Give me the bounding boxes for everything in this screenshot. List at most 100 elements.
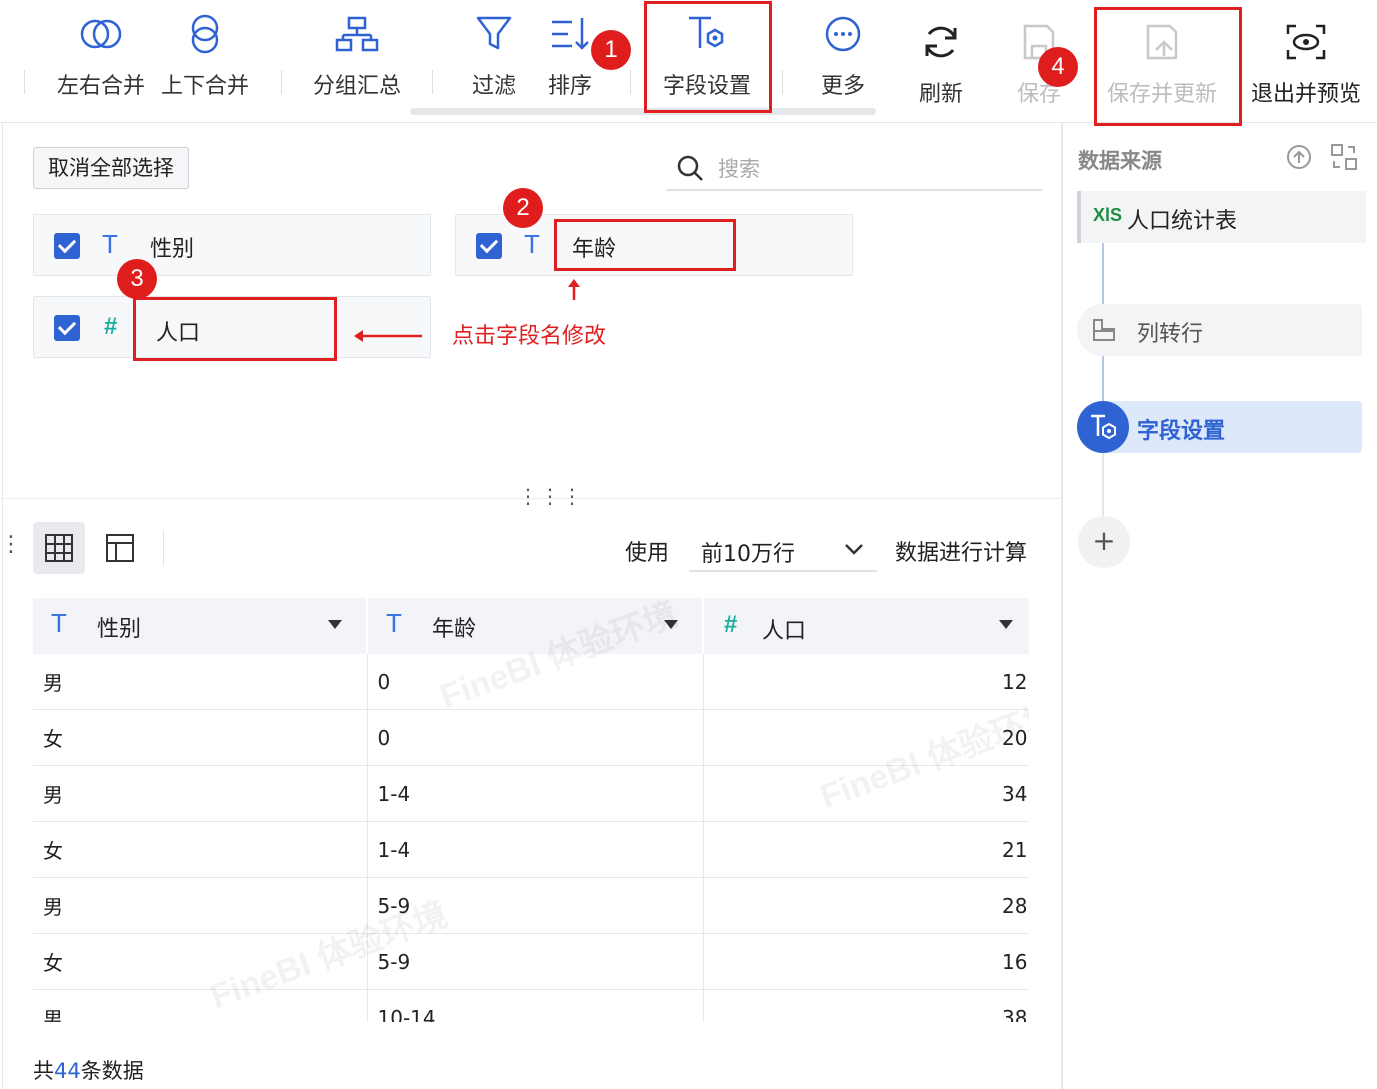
table-cell: 28 xyxy=(703,877,1029,934)
sort-icon xyxy=(552,18,589,50)
merge-horizontal-button[interactable]: 左右合并 xyxy=(54,14,148,100)
add-step-button[interactable]: + xyxy=(1078,516,1130,568)
table-row: 女 1-4 21 xyxy=(33,821,1029,878)
step-field-settings[interactable]: 字段设置 xyxy=(1077,401,1362,453)
column-header[interactable]: # 人口 xyxy=(703,598,1029,654)
grid-icon xyxy=(45,534,73,562)
step-connector xyxy=(1102,450,1104,520)
number-type-icon: # xyxy=(104,313,118,340)
toolbar-divider xyxy=(782,70,783,94)
switch-source-icon[interactable] xyxy=(1330,143,1358,171)
excel-icon: XlS xyxy=(1093,205,1123,225)
group-summary-button[interactable]: 分组汇总 xyxy=(310,14,404,100)
field-checkbox[interactable] xyxy=(54,233,80,259)
annotation-box-save-update xyxy=(1094,7,1242,126)
refresh-icon xyxy=(925,26,957,58)
annotation-badge: 3 xyxy=(117,259,157,299)
annotation-arrow-up xyxy=(568,279,580,300)
field-checkbox[interactable] xyxy=(476,233,502,259)
table-cell: 21 xyxy=(703,821,1029,878)
preview-icon xyxy=(1286,24,1326,60)
merge-vertical-button[interactable]: 上下合并 xyxy=(158,14,252,100)
left-edge xyxy=(2,123,3,1089)
more-icon xyxy=(825,16,861,52)
annotation-box-age xyxy=(554,219,736,271)
row-count: 共44条数据 xyxy=(33,1055,144,1085)
text-type-icon: T xyxy=(524,229,540,259)
calc-label: 数据进行计算 xyxy=(895,541,1028,566)
table-row: 男 10-14 38 xyxy=(33,989,1029,1022)
refresh-button[interactable]: 刷新 xyxy=(906,22,976,108)
drag-handle-icon[interactable]: ⋮ xyxy=(0,532,22,557)
merge-horizontal-label: 左右合并 xyxy=(56,74,145,99)
filter-label: 过滤 xyxy=(471,74,516,99)
table-cell: 10-14 xyxy=(367,989,704,1022)
history-icon[interactable] xyxy=(1284,143,1314,171)
table-cell: 男 xyxy=(33,989,368,1022)
caret-down-icon[interactable] xyxy=(328,620,342,629)
column-header[interactable]: T 性别 xyxy=(33,598,368,654)
table-cell: 1-4 xyxy=(367,765,704,822)
annotation-arrow-left xyxy=(354,330,422,342)
data-table-viewport: T 性别 T 年龄 # 人口 男 0 12 女 0 20 男 1-4 34 女 … xyxy=(33,598,1029,1022)
table-view-button[interactable] xyxy=(33,522,85,574)
table-cell: 女 xyxy=(33,821,368,878)
column-header-name: 人口 xyxy=(762,619,807,644)
toolbar-divider xyxy=(281,70,282,94)
table-row: 男 5-9 28 xyxy=(33,877,1029,934)
controls-divider xyxy=(163,530,164,566)
sidebar-divider xyxy=(1061,123,1063,1089)
layout-view-button[interactable] xyxy=(94,522,146,574)
rows-select-value: 前10万行 xyxy=(701,542,795,567)
more-button[interactable]: 更多 xyxy=(808,14,878,100)
filter-icon xyxy=(476,16,512,50)
table-cell: 男 xyxy=(33,654,368,710)
annotation-badge: 2 xyxy=(503,188,543,228)
field-card-gender[interactable]: T 性别 xyxy=(33,214,431,276)
field-name[interactable]: 性别 xyxy=(150,231,194,263)
table-cell: 16 xyxy=(703,933,1029,990)
filter-button[interactable]: 过滤 xyxy=(462,14,526,100)
group-summary-icon xyxy=(335,16,379,52)
text-type-icon: T xyxy=(386,608,402,638)
column-header-name: 年龄 xyxy=(432,617,477,642)
number-type-icon: # xyxy=(724,611,738,638)
toolbar-scrollbar[interactable] xyxy=(410,108,876,115)
rows-select[interactable]: 前10万行 xyxy=(689,528,877,572)
source-name: 人口统计表 xyxy=(1127,209,1238,234)
field-checkbox[interactable] xyxy=(54,315,80,341)
table-row: 女 5-9 16 xyxy=(33,933,1029,990)
step-unpivot[interactable]: 列转行 xyxy=(1077,304,1362,356)
toolbar-divider xyxy=(432,70,433,94)
row-count-prefix: 共 xyxy=(33,1059,54,1083)
row-count-suffix: 条数据 xyxy=(80,1059,144,1083)
unpivot-icon xyxy=(1093,319,1115,341)
source-step[interactable]: XlS 人口统计表 xyxy=(1077,191,1366,243)
text-type-icon: T xyxy=(102,229,118,259)
step-name: 列转行 xyxy=(1137,322,1204,347)
field-settings-step-icon xyxy=(1077,401,1129,453)
use-label: 使用 xyxy=(625,541,670,566)
toolbar-divider xyxy=(630,70,631,94)
chevron-down-icon xyxy=(845,544,863,555)
annotation-box-population xyxy=(133,297,337,361)
group-summary-label: 分组汇总 xyxy=(312,74,401,99)
step-name: 字段设置 xyxy=(1137,419,1226,444)
column-header-name: 性别 xyxy=(97,617,142,642)
table-cell: 38 xyxy=(703,989,1029,1022)
table-cell: 男 xyxy=(33,877,368,934)
search-placeholder: 搜索 xyxy=(718,157,760,181)
more-label: 更多 xyxy=(820,74,865,99)
annotation-badge: 4 xyxy=(1038,47,1078,87)
merge-vertical-icon xyxy=(191,14,219,54)
text-type-icon: T xyxy=(51,608,67,638)
exit-preview-button[interactable]: 退出并预览 xyxy=(1244,22,1368,108)
row-count-value: 44 xyxy=(54,1059,81,1083)
table-cell: 0 xyxy=(367,709,704,766)
deselect-all-button[interactable]: 取消全部选择 xyxy=(33,147,189,189)
caret-down-icon[interactable] xyxy=(999,620,1013,629)
layout-icon xyxy=(106,534,134,562)
merge-horizontal-icon xyxy=(80,19,122,49)
splitter-handle-icon[interactable]: ⋮⋮⋮ xyxy=(518,484,584,508)
search-input[interactable]: 搜索 xyxy=(666,147,1042,191)
